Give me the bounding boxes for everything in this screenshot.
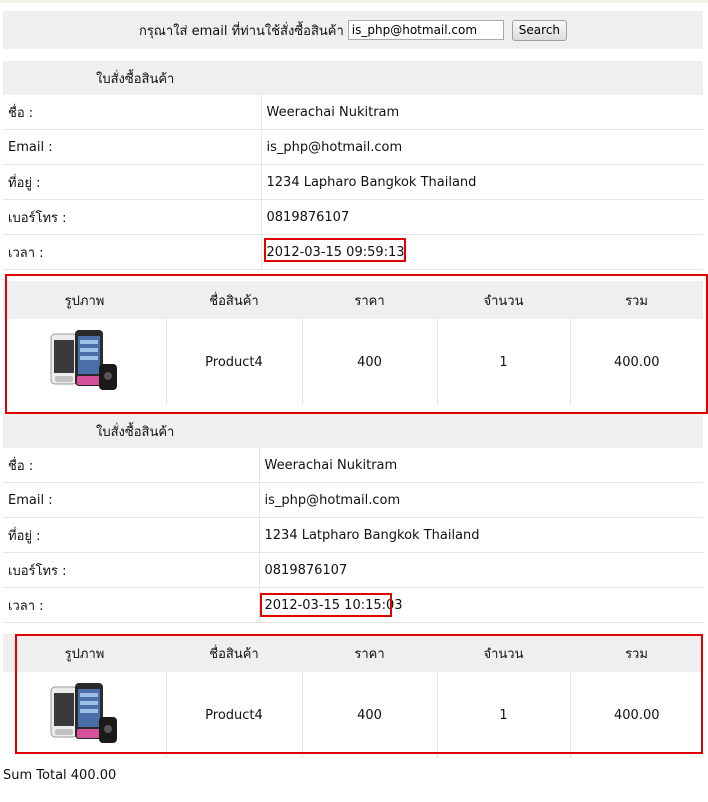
info-value: 0819876107 bbox=[261, 199, 703, 235]
order-items: รูปภาพ ชื่อสินค้า ราคา จำนวน รวม Product… bbox=[3, 281, 703, 405]
info-key: ที่อยู่ : bbox=[3, 517, 260, 553]
col-total: รวม bbox=[570, 634, 703, 672]
col-image: รูปภาพ bbox=[3, 281, 166, 319]
item-total: 400.00 bbox=[614, 354, 660, 370]
item-name: Product4 bbox=[166, 319, 303, 405]
order-heading: ใบสั่งซื้อสินค้า bbox=[3, 61, 703, 95]
info-row-phone: เบอร์โทร : 0819876107 bbox=[3, 199, 703, 235]
item-image-cell bbox=[3, 672, 167, 758]
info-row-time: เวลา : 2012-03-15 09:59:13 bbox=[3, 234, 703, 270]
col-price: ราคา bbox=[302, 634, 437, 672]
info-row-address: ที่อยู่ : 1234 Latpharo Bangkok Thailand bbox=[3, 517, 703, 553]
info-key: Email : bbox=[3, 129, 262, 165]
info-row-email: Email : is_php@hotmail.com bbox=[3, 482, 703, 518]
top-border bbox=[0, 0, 708, 3]
info-value: 2012-03-15 10:15:03 bbox=[259, 587, 703, 623]
item-price: 400 bbox=[302, 319, 438, 405]
info-key: ที่อยู่ : bbox=[3, 164, 262, 200]
order-info-table: ชื่อ : Weerachai Nukitram Email : is_php… bbox=[3, 95, 703, 270]
item-image-cell bbox=[3, 319, 167, 405]
col-total: รวม bbox=[570, 281, 703, 319]
item-row: Product4 400 1 400.00 bbox=[3, 319, 703, 405]
info-row-time: เวลา : 2012-03-15 10:15:03 bbox=[3, 587, 703, 623]
col-image: รูปภาพ bbox=[3, 634, 166, 672]
col-price: ราคา bbox=[302, 281, 437, 319]
item-row: Product4 400 1 400.00 bbox=[3, 672, 703, 758]
order-heading-label: ใบสั่งซื้อสินค้า bbox=[96, 424, 175, 440]
info-key: ชื่อ : bbox=[3, 448, 260, 483]
items-header-row: รูปภาพ ชื่อสินค้า ราคา จำนวน รวม bbox=[3, 281, 703, 319]
info-value: 2012-03-15 09:59:13 bbox=[261, 234, 703, 270]
items-table: รูปภาพ ชื่อสินค้า ราคา จำนวน รวม Product… bbox=[3, 634, 703, 758]
search-label: กรุณาใส่ email ที่ท่านใช้สั่งซื้อสินค้า bbox=[138, 23, 344, 39]
info-key: เวลา : bbox=[3, 234, 262, 270]
info-row-address: ที่อยู่ : 1234 Lapharo Bangkok Thailand bbox=[3, 164, 703, 200]
sum-total: Sum Total 400.00 bbox=[3, 768, 117, 783]
search-bar: กรุณาใส่ email ที่ท่านใช้สั่งซื้อสินค้า … bbox=[3, 11, 703, 49]
order-items: รูปภาพ ชื่อสินค้า ราคา จำนวน รวม Product… bbox=[3, 634, 703, 758]
item-total: 400.00 bbox=[614, 707, 660, 723]
info-key: Email : bbox=[3, 482, 260, 518]
col-name: ชื่อสินค้า bbox=[166, 281, 302, 319]
info-value: is_php@hotmail.com bbox=[259, 482, 703, 518]
phone-image bbox=[50, 683, 118, 743]
col-qty: จำนวน bbox=[437, 281, 570, 319]
info-row-email: Email : is_php@hotmail.com bbox=[3, 129, 703, 165]
items-table: รูปภาพ ชื่อสินค้า ราคา จำนวน รวม Product… bbox=[3, 281, 703, 405]
info-value: Weerachai Nukitram bbox=[259, 448, 703, 483]
info-value: 1234 Lapharo Bangkok Thailand bbox=[261, 164, 703, 200]
item-price: 400 bbox=[302, 672, 438, 758]
order-heading: ใบสั่งซื้อสินค้า bbox=[3, 414, 703, 448]
info-row-phone: เบอร์โทร : 0819876107 bbox=[3, 552, 703, 588]
email-search-input[interactable] bbox=[347, 20, 504, 40]
info-key: ชื่อ : bbox=[3, 95, 262, 130]
col-qty: จำนวน bbox=[437, 634, 570, 672]
col-name: ชื่อสินค้า bbox=[166, 634, 302, 672]
info-row-name: ชื่อ : Weerachai Nukitram bbox=[3, 448, 703, 483]
info-value: Weerachai Nukitram bbox=[261, 95, 703, 130]
info-value: is_php@hotmail.com bbox=[261, 129, 703, 165]
order-info-table: ชื่อ : Weerachai Nukitram Email : is_php… bbox=[3, 448, 703, 623]
order-heading-label: ใบสั่งซื้อสินค้า bbox=[96, 71, 175, 87]
info-row-name: ชื่อ : Weerachai Nukitram bbox=[3, 95, 703, 130]
info-value: 1234 Latpharo Bangkok Thailand bbox=[259, 517, 703, 553]
info-value: 0819876107 bbox=[259, 552, 703, 588]
info-key: เบอร์โทร : bbox=[3, 552, 260, 588]
search-button[interactable]: Search bbox=[511, 19, 568, 41]
phone-image bbox=[50, 330, 118, 390]
info-key: เบอร์โทร : bbox=[3, 199, 262, 235]
item-qty: 1 bbox=[437, 319, 571, 405]
info-key: เวลา : bbox=[3, 587, 260, 623]
item-name: Product4 bbox=[166, 672, 303, 758]
items-header-row: รูปภาพ ชื่อสินค้า ราคา จำนวน รวม bbox=[3, 634, 703, 672]
item-qty: 1 bbox=[437, 672, 571, 758]
